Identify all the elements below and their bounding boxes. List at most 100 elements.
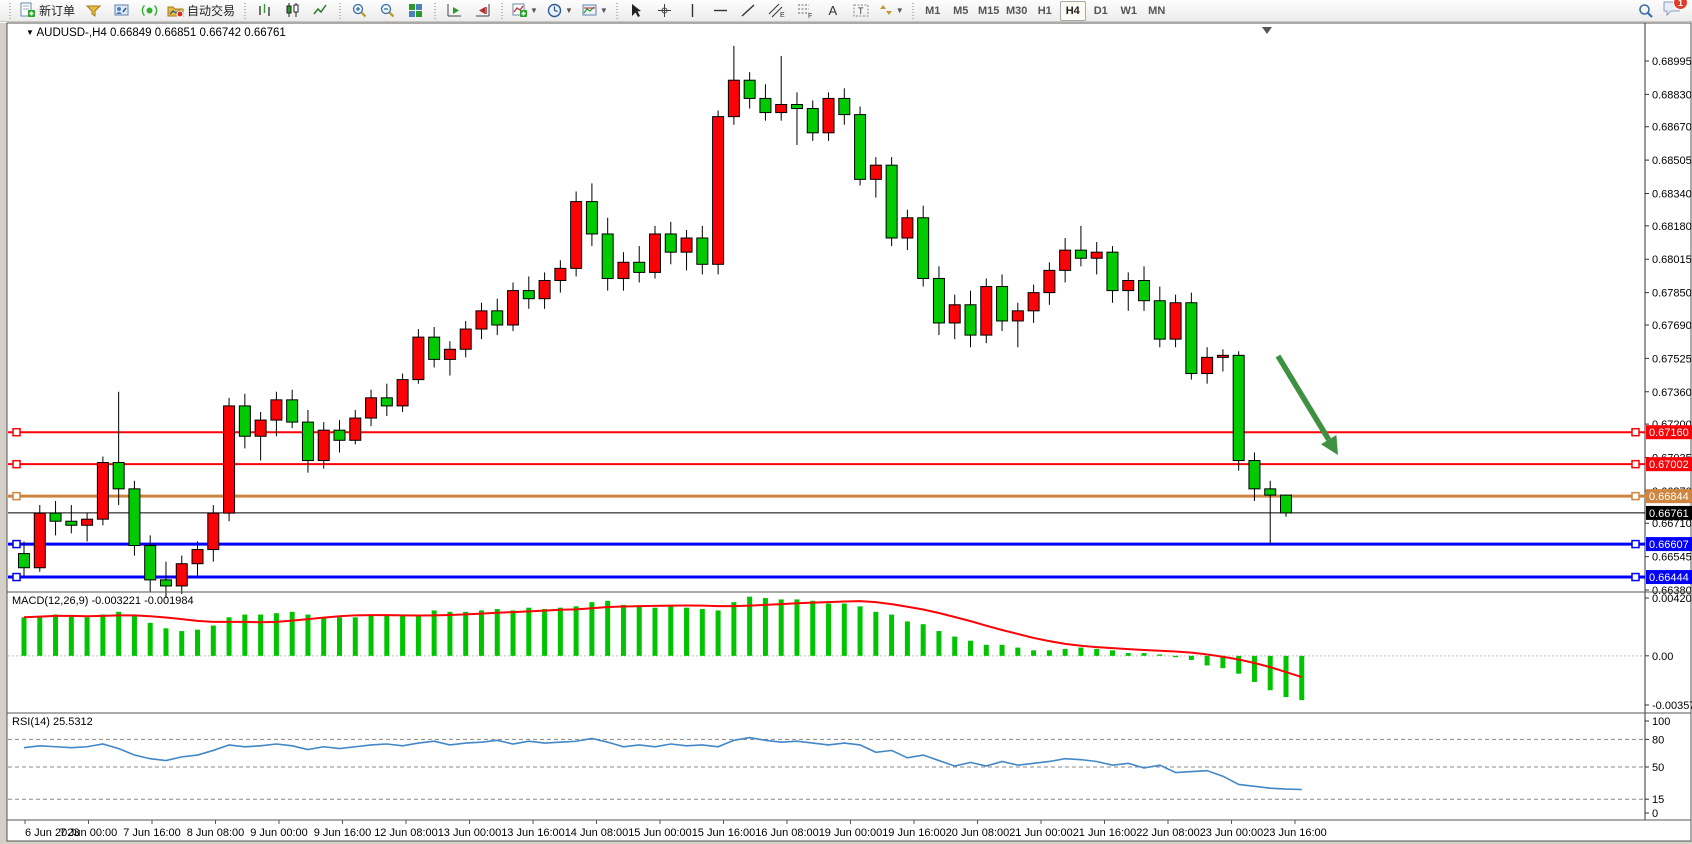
- line-handle[interactable]: [1632, 541, 1639, 548]
- candle-body[interactable]: [1107, 252, 1118, 290]
- candle-body[interactable]: [176, 564, 187, 586]
- candle-body[interactable]: [366, 398, 377, 418]
- candle-body[interactable]: [886, 165, 897, 238]
- candle-body[interactable]: [949, 305, 960, 323]
- timeframe-m5-button[interactable]: M5: [948, 1, 974, 21]
- candle-body[interactable]: [1233, 355, 1244, 460]
- candle-body[interactable]: [350, 418, 361, 440]
- channel-button[interactable]: E: [764, 0, 790, 22]
- signals-button[interactable]: [136, 0, 162, 22]
- candle-body[interactable]: [602, 234, 613, 279]
- chart-shift-button[interactable]: [469, 0, 495, 22]
- timeframe-h1-button[interactable]: H1: [1032, 1, 1058, 21]
- timeframe-w1-button[interactable]: W1: [1116, 1, 1142, 21]
- candle-body[interactable]: [429, 337, 440, 359]
- candle-body[interactable]: [791, 104, 802, 108]
- candle-body[interactable]: [634, 262, 645, 272]
- timeframe-d1-button[interactable]: D1: [1088, 1, 1114, 21]
- arrows-tool-button[interactable]: ▼: [876, 0, 907, 22]
- line-handle[interactable]: [13, 429, 20, 436]
- candle-body[interactable]: [965, 305, 976, 335]
- candle-body[interactable]: [97, 463, 108, 520]
- candle-body[interactable]: [129, 489, 140, 546]
- candle-body[interactable]: [1028, 293, 1039, 311]
- candle-body[interactable]: [1139, 280, 1150, 300]
- candle-body[interactable]: [870, 165, 881, 179]
- candle-body[interactable]: [728, 80, 739, 116]
- templates-button[interactable]: ▼: [578, 0, 611, 22]
- notifications-button[interactable]: 1: [1662, 0, 1682, 22]
- candle-body[interactable]: [239, 406, 250, 436]
- tile-windows-button[interactable]: [402, 0, 428, 22]
- candle-body[interactable]: [681, 238, 692, 252]
- candle-body[interactable]: [1012, 311, 1023, 321]
- candle-body[interactable]: [287, 400, 298, 422]
- candle-body[interactable]: [776, 104, 787, 112]
- candle-body[interactable]: [34, 513, 45, 568]
- candle-body[interactable]: [318, 430, 329, 460]
- candle-body[interactable]: [1060, 250, 1071, 270]
- candle-body[interactable]: [1154, 301, 1165, 339]
- crosshair-button[interactable]: [652, 0, 678, 22]
- terminal-button[interactable]: [108, 0, 134, 22]
- line-handle[interactable]: [1632, 429, 1639, 436]
- candle-body[interactable]: [271, 400, 282, 420]
- candle-body[interactable]: [1044, 270, 1055, 292]
- zoom-out-button[interactable]: [374, 0, 400, 22]
- candle-body[interactable]: [444, 349, 455, 359]
- candle-body[interactable]: [508, 291, 519, 325]
- candle-body[interactable]: [1091, 252, 1102, 258]
- line-handle[interactable]: [1632, 461, 1639, 468]
- candle-body[interactable]: [539, 280, 550, 298]
- candle-body[interactable]: [255, 420, 266, 436]
- candle-body[interactable]: [302, 422, 313, 460]
- fibonacci-button[interactable]: F: [792, 0, 818, 22]
- candle-body[interactable]: [66, 521, 77, 525]
- candle-body[interactable]: [981, 287, 992, 336]
- text-tool-button[interactable]: A: [820, 0, 846, 22]
- candle-body[interactable]: [334, 430, 345, 440]
- candle-body[interactable]: [744, 80, 755, 98]
- candle-body[interactable]: [713, 117, 724, 265]
- periods-button[interactable]: ▼: [543, 0, 576, 22]
- candle-body[interactable]: [208, 513, 219, 549]
- line-handle[interactable]: [1632, 493, 1639, 500]
- candle-body[interactable]: [697, 238, 708, 264]
- search-button[interactable]: [1633, 0, 1659, 22]
- candle-body[interactable]: [1075, 250, 1086, 258]
- candle-body[interactable]: [555, 268, 566, 280]
- line-chart-button[interactable]: [307, 0, 333, 22]
- cursor-button[interactable]: [624, 0, 650, 22]
- candle-body[interactable]: [160, 580, 171, 586]
- zoom-in-button[interactable]: [346, 0, 372, 22]
- label-tool-button[interactable]: T: [848, 0, 874, 22]
- candle-body[interactable]: [1265, 489, 1276, 495]
- candlestick-button[interactable]: [279, 0, 305, 22]
- auto-scroll-button[interactable]: [441, 0, 467, 22]
- candle-body[interactable]: [1249, 461, 1260, 489]
- timeframe-mn-button[interactable]: MN: [1144, 1, 1170, 21]
- new-order-button[interactable]: 新订单: [16, 0, 78, 22]
- collapse-triangle-icon[interactable]: ▼: [26, 28, 34, 37]
- line-handle[interactable]: [13, 574, 20, 581]
- candle-body[interactable]: [650, 234, 661, 272]
- candle-body[interactable]: [224, 406, 235, 513]
- trendline-button[interactable]: [736, 0, 762, 22]
- candle-body[interactable]: [113, 463, 124, 489]
- deposit-button[interactable]: [80, 0, 106, 22]
- candle-body[interactable]: [933, 278, 944, 323]
- candle-body[interactable]: [902, 218, 913, 238]
- candle-body[interactable]: [19, 554, 30, 568]
- candle-body[interactable]: [1186, 303, 1197, 374]
- candle-body[interactable]: [492, 311, 503, 325]
- indicators-button[interactable]: ▼: [508, 0, 541, 22]
- timeframe-m15-button[interactable]: M15: [976, 1, 1002, 21]
- candle-body[interactable]: [1217, 355, 1228, 357]
- bar-chart-button[interactable]: [251, 0, 277, 22]
- candle-body[interactable]: [523, 291, 534, 299]
- candle-body[interactable]: [397, 380, 408, 406]
- candle-body[interactable]: [823, 98, 834, 132]
- candle-body[interactable]: [997, 287, 1008, 321]
- candle-body[interactable]: [1202, 357, 1213, 373]
- candle-body[interactable]: [145, 545, 156, 579]
